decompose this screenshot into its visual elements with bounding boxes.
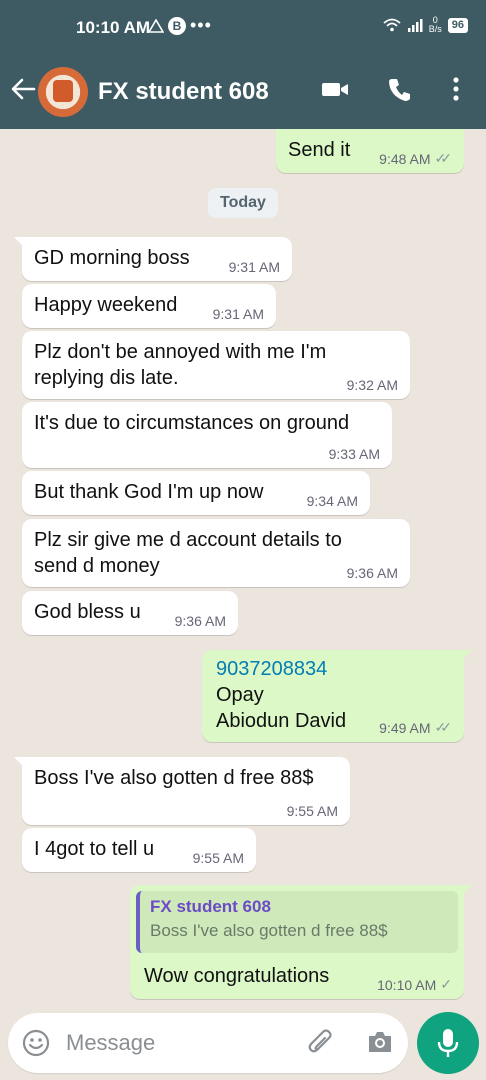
message-text: I 4got to tell u	[34, 838, 155, 860]
more-options-icon[interactable]	[448, 74, 464, 104]
bubble-tail	[462, 650, 472, 660]
camera-icon[interactable]	[366, 1029, 394, 1055]
message-time: 9:36 AM	[174, 613, 226, 629]
single-check-icon: ✓	[440, 976, 452, 992]
quoted-reply[interactable]: FX student 608 Boss I've also gotten d f…	[136, 891, 458, 953]
b-circle-icon: B	[168, 16, 186, 35]
message-text: Wow congratulations	[144, 965, 330, 987]
message-time: 9:49 AM	[379, 719, 431, 736]
battery-indicator: 96	[447, 17, 468, 33]
status-left-icons: B •••	[148, 15, 212, 36]
message-outgoing[interactable]: Send it 9:48 AM ✓✓	[276, 129, 464, 173]
bubble-tail	[14, 237, 24, 247]
contact-avatar[interactable]	[38, 67, 88, 117]
message-time: 9:32 AM	[346, 377, 398, 393]
attachment-icon[interactable]	[306, 1027, 336, 1059]
message-incoming[interactable]: Happy weekend 9:31 AM	[22, 284, 276, 328]
message-incoming[interactable]: Boss I've also gotten d free 88$ 9:55 AM	[14, 757, 350, 825]
phone-number-link[interactable]: 9037208834	[216, 658, 327, 681]
wifi-icon	[383, 18, 401, 32]
message-time: 9:33 AM	[328, 446, 380, 462]
message-composer: Message	[8, 1013, 408, 1073]
avatar-hand-icon	[53, 80, 73, 102]
message-incoming[interactable]: But thank God I'm up now 9:34 AM	[22, 471, 370, 515]
double-check-icon: ✓✓	[434, 719, 453, 735]
back-arrow-icon[interactable]	[10, 76, 36, 102]
message-time: 9:31 AM	[212, 306, 264, 322]
message-text-line-3: Abiodun David	[216, 710, 347, 732]
message-time: 9:36 AM	[346, 565, 398, 581]
bubble-tail	[14, 757, 24, 767]
quoted-author: FX student 608	[150, 897, 271, 916]
message-time: 9:48 AM	[379, 150, 431, 167]
message-text: GD morning boss	[34, 247, 190, 269]
emoji-icon[interactable]	[22, 1029, 50, 1057]
message-text: But thank God I'm up now	[34, 481, 264, 503]
message-incoming[interactable]: Plz sir give me d account details to sen…	[22, 519, 410, 587]
message-text: Happy weekend	[34, 294, 178, 316]
status-bar: 10:10 AM B ••• 0 B/s 96	[0, 0, 486, 52]
top-bar: 10:10 AM B ••• 0 B/s 96 FX student 608	[0, 0, 486, 129]
voice-call-icon[interactable]	[386, 74, 414, 104]
message-text-line-1: Plz don't be annoyed with me I'm	[34, 341, 327, 363]
bubble-tail	[462, 885, 472, 895]
message-text: It's due to circumstances on ground	[34, 412, 350, 434]
message-time: 9:55 AM	[192, 850, 244, 866]
message-text-line-2: replying dis late.	[34, 367, 179, 389]
chat-header: FX student 608	[0, 52, 486, 129]
message-incoming[interactable]: It's due to circumstances on ground 9:33…	[22, 402, 392, 468]
more-notifications-icon: •••	[190, 15, 212, 35]
status-right-icons: 0 B/s 96	[383, 16, 468, 34]
message-text-line-2: Opay	[216, 684, 264, 706]
double-check-icon: ✓✓	[434, 150, 453, 166]
network-speed: 0 B/s	[429, 16, 442, 34]
message-text-line-1: Plz sir give me d account details to	[34, 529, 342, 551]
microphone-icon	[437, 1029, 459, 1057]
date-divider: Today	[208, 188, 278, 218]
message-incoming[interactable]: Plz don't be annoyed with me I'm replyin…	[22, 331, 410, 399]
message-incoming[interactable]: I 4got to tell u 9:55 AM	[22, 828, 256, 872]
message-meta: 9:48 AM ✓✓	[379, 150, 452, 167]
voice-message-button[interactable]	[417, 1012, 479, 1074]
message-incoming[interactable]: GD morning boss 9:31 AM	[14, 237, 292, 281]
message-meta: 9:49 AM ✓✓	[379, 719, 452, 736]
network-speed-unit: B/s	[428, 24, 442, 34]
video-call-icon[interactable]	[320, 74, 350, 104]
message-time: 9:34 AM	[306, 493, 358, 509]
chat-messages[interactable]: Send it 9:48 AM ✓✓ Today GD morning boss …	[0, 129, 486, 1009]
message-input[interactable]: Message	[66, 1030, 155, 1056]
status-time: 10:10 AM	[76, 18, 151, 37]
message-time: 10:10 AM	[377, 976, 437, 993]
contact-name[interactable]: FX student 608	[98, 78, 269, 106]
message-text: Send it	[288, 139, 351, 161]
message-text: God bless u	[34, 601, 141, 623]
message-outgoing[interactable]: 9037208834 Opay Abiodun David 9:49 AM ✓✓	[202, 650, 472, 742]
message-time: 9:55 AM	[286, 803, 338, 819]
message-meta: 10:10 AM ✓	[377, 976, 452, 993]
message-outgoing[interactable]: FX student 608 Boss I've also gotten d f…	[130, 885, 472, 999]
message-incoming[interactable]: God bless u 9:36 AM	[22, 591, 238, 635]
message-time: 9:31 AM	[228, 259, 280, 275]
message-text: Boss I've also gotten d free 88$	[34, 767, 314, 789]
signal-icon	[407, 19, 423, 32]
alert-triangle-icon	[148, 18, 164, 33]
quoted-text: Boss I've also gotten d free 88$	[150, 921, 388, 940]
message-text-line-2: send d money	[34, 555, 160, 577]
